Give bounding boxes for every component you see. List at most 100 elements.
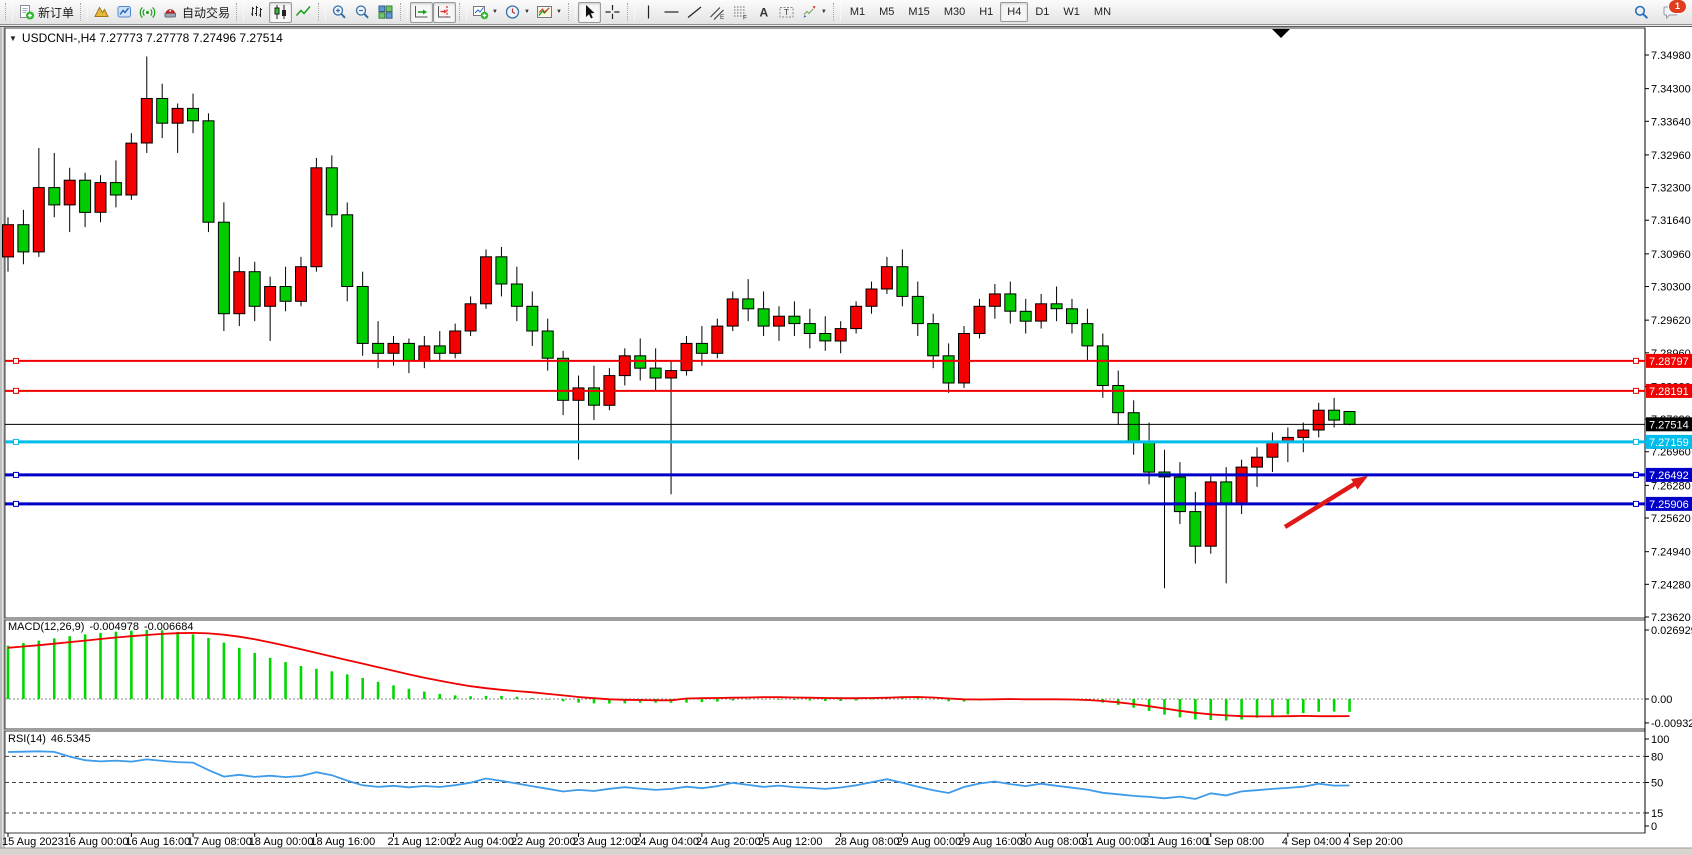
macd-indicator-label: MACD(12,26,9)-0.004978-0.006684 [8, 621, 194, 633]
rsi-tick-label: 15 [1651, 808, 1663, 820]
collapse-triangle-icon[interactable]: ▼ [9, 34, 17, 43]
chevron-down-icon[interactable]: ▼ [492, 9, 498, 15]
line-handle[interactable] [14, 439, 19, 444]
timeframe-h1-button[interactable]: H1 [972, 2, 1000, 22]
search-button[interactable] [1630, 2, 1653, 23]
text-button[interactable]: A [752, 2, 775, 23]
periods-button[interactable]: ▼ [501, 2, 533, 23]
chart-title: ▼USDCNH-,H4 7.27773 7.27778 7.27496 7.27… [9, 31, 283, 45]
fibonacci-button[interactable]: F [729, 2, 752, 23]
chevron-down-icon[interactable]: ▼ [524, 9, 530, 15]
candle-body [619, 356, 630, 376]
macd-value: -0.004978 [89, 621, 139, 633]
toolbar-group-grip[interactable] [318, 3, 326, 21]
candle-body [573, 388, 584, 400]
timeframe-m1-button[interactable]: M1 [843, 2, 872, 22]
toolbar-group-grip[interactable] [459, 3, 467, 21]
candle-body [311, 168, 322, 267]
line-handle[interactable] [1634, 439, 1639, 444]
chevron-down-icon[interactable]: ▼ [556, 9, 562, 15]
candle-body [326, 168, 337, 215]
timeframe-m5-button[interactable]: M5 [872, 2, 901, 22]
timeframe-m15-button[interactable]: M15 [901, 2, 936, 22]
candle-body [1313, 410, 1324, 430]
toolbar-group-grip[interactable] [80, 3, 88, 21]
rsi-indicator-label: RSI(14)46.5345 [8, 733, 91, 745]
trendline-icon [686, 4, 703, 20]
indicators-button[interactable]: ▼ [469, 2, 501, 23]
zoom-in-button[interactable] [328, 2, 351, 23]
line-handle[interactable] [1634, 358, 1639, 363]
time-tick-label: 16 Aug 00:00 [64, 836, 129, 848]
line-handle[interactable] [14, 388, 19, 393]
chart-canvas[interactable]: 7.349807.343007.336407.329607.323007.316… [0, 0, 1692, 855]
bar-chart-mode-button[interactable] [246, 2, 269, 23]
timeframe-m30-button[interactable]: M30 [937, 2, 972, 22]
candle-body [249, 272, 260, 307]
line-handle[interactable] [14, 501, 19, 506]
new-order-button[interactable]: 新订单 [15, 2, 77, 23]
candle-body [912, 296, 923, 323]
toolbar-group-grip[interactable] [627, 3, 635, 21]
candle-body [95, 183, 106, 213]
price-tick-label: 7.29620 [1651, 315, 1691, 327]
time-tick-label: 25 Aug 12:00 [758, 836, 823, 848]
timeframe-h4-button[interactable]: H4 [1000, 2, 1028, 22]
candle-body [64, 180, 75, 205]
zoom-out-button[interactable] [351, 2, 374, 23]
line-handle[interactable] [1634, 472, 1639, 477]
tile-windows-button[interactable] [374, 2, 397, 23]
arrows-button[interactable]: ▼ [798, 2, 830, 23]
time-tick-label: 23 Aug 12:00 [573, 836, 638, 848]
trendline-button[interactable] [683, 2, 706, 23]
time-axis[interactable]: 15 Aug 202316 Aug 00:0016 Aug 16:0017 Au… [2, 833, 1403, 848]
toolbar-group-grip[interactable] [568, 3, 576, 21]
text-icon: A [755, 4, 772, 20]
cursor-button[interactable] [578, 2, 601, 23]
candle-body [1097, 346, 1108, 386]
line-chart-mode-button[interactable] [292, 2, 315, 23]
candle-body [465, 304, 476, 331]
text-label-button[interactable]: T [775, 2, 798, 23]
autotrading-button[interactable]: 自动交易 [159, 2, 233, 23]
notifications-button[interactable]: 1 [1659, 2, 1682, 23]
vertical-line-button[interactable] [637, 2, 660, 23]
equidistant-channel-button[interactable]: E [706, 2, 729, 23]
signals-button[interactable] [136, 2, 159, 23]
horizontal-line-button[interactable] [660, 2, 683, 23]
profiles-button[interactable] [90, 2, 113, 23]
line-handle[interactable] [1634, 501, 1639, 506]
macd-tick-label: -0.009329 [1651, 718, 1692, 730]
candle-body [188, 108, 199, 120]
candle-body [126, 143, 137, 195]
time-tick-label: 16 Aug 16:00 [125, 836, 190, 848]
price-label-7.27159: 7.27159 [1646, 435, 1692, 449]
toolbar-group-grip[interactable] [833, 3, 841, 21]
timeframe-w1-button[interactable]: W1 [1056, 2, 1087, 22]
toolbar-group-grip[interactable] [236, 3, 244, 21]
price-tick-label: 7.30300 [1651, 282, 1691, 294]
timeframe-d1-button[interactable]: D1 [1028, 2, 1056, 22]
candle-body [80, 180, 91, 212]
chart-shift-button[interactable] [433, 2, 456, 23]
candle-body [234, 272, 245, 314]
auto-scroll-button[interactable] [410, 2, 433, 23]
candle-chart-mode-button[interactable] [269, 2, 292, 23]
market-watch-button[interactable] [113, 2, 136, 23]
line-handle[interactable] [14, 358, 19, 363]
arrows-icon [801, 4, 818, 20]
toolbar-group-grip[interactable] [5, 3, 13, 21]
chevron-down-icon[interactable]: ▼ [821, 9, 827, 15]
candle-body [434, 346, 445, 353]
crosshair-button[interactable] [601, 2, 624, 23]
price-label-7.28797: 7.28797 [1646, 354, 1692, 368]
fibonacci-icon: F [732, 4, 749, 20]
timeframe-mn-button[interactable]: MN [1087, 2, 1118, 22]
macd-tick-label: 0.00 [1651, 694, 1672, 706]
new-order-icon [18, 4, 35, 20]
templates-button[interactable]: ▼ [533, 2, 565, 23]
line-handle[interactable] [14, 472, 19, 477]
line-handle[interactable] [1634, 388, 1639, 393]
candle-body [18, 225, 29, 252]
toolbar-group-grip[interactable] [400, 3, 408, 21]
